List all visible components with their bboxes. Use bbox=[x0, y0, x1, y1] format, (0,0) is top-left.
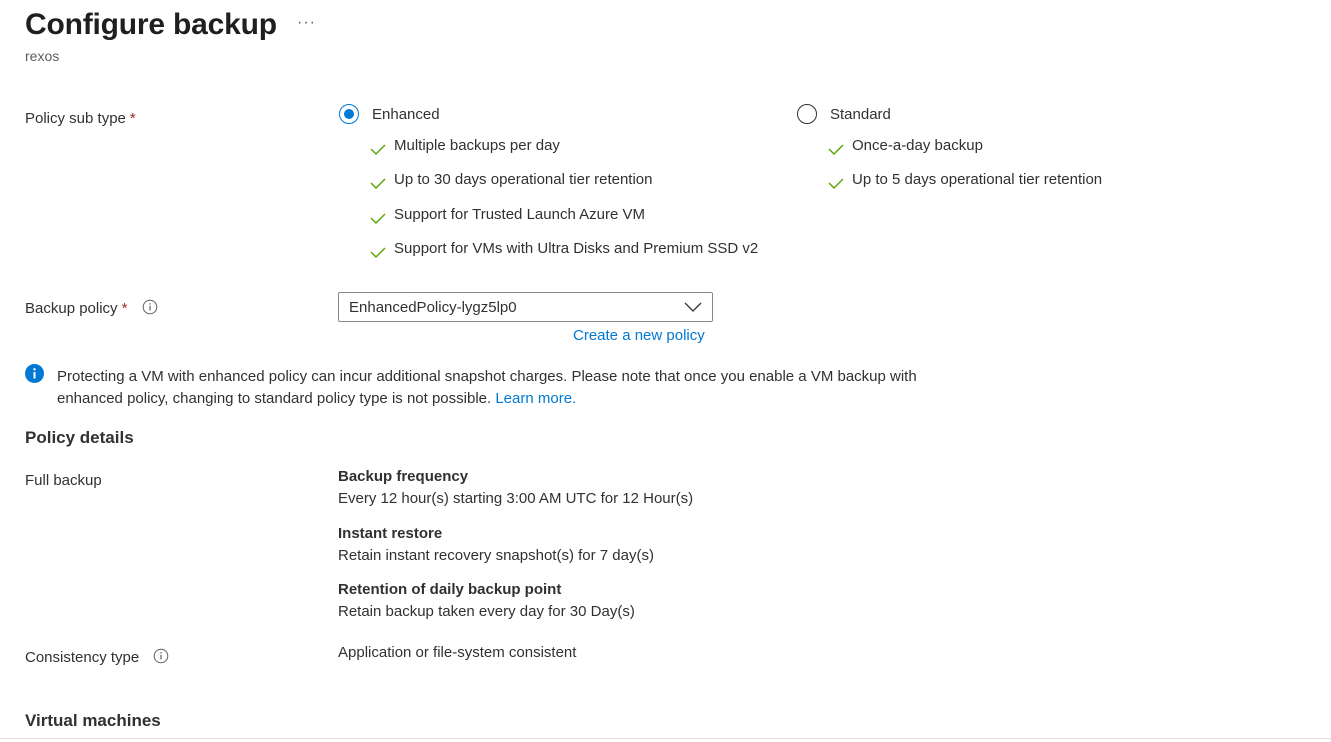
checkmark-icon bbox=[370, 178, 386, 189]
policy-sub-type-label-text: Policy sub type bbox=[25, 110, 126, 127]
enhanced-feature-item: Support for Trusted Launch Azure VM bbox=[370, 204, 645, 224]
checkmark-icon bbox=[828, 178, 844, 189]
retention-value: Retain backup taken every day for 30 Day… bbox=[338, 603, 635, 620]
checkmark-icon bbox=[370, 247, 386, 258]
feature-text: Once-a-day backup bbox=[852, 136, 983, 154]
enhanced-feature-item: Support for VMs with Ultra Disks and Pre… bbox=[370, 238, 758, 258]
divider bbox=[0, 738, 1331, 739]
radio-standard-label: Standard bbox=[830, 105, 891, 123]
virtual-machines-heading: Virtual machines bbox=[25, 711, 161, 730]
backup-frequency-title: Backup frequency bbox=[338, 468, 469, 485]
consistency-type-label: Consistency type bbox=[25, 648, 169, 666]
feature-text: Support for Trusted Launch Azure VM bbox=[394, 205, 645, 223]
backup-policy-selected-value: EnhancedPolicy-lygz5lp0 bbox=[349, 298, 517, 316]
chevron-down-icon bbox=[684, 302, 702, 312]
checkmark-icon bbox=[828, 144, 844, 155]
retention-title: Retention of daily backup point bbox=[338, 581, 562, 598]
backup-policy-dropdown[interactable]: EnhancedPolicy-lygz5lp0 bbox=[338, 292, 713, 322]
feature-text: Up to 30 days operational tier retention bbox=[394, 170, 653, 188]
required-marker: * bbox=[121, 300, 128, 317]
policy-details-heading: Policy details bbox=[25, 428, 134, 447]
radio-enhanced-label: Enhanced bbox=[372, 105, 440, 123]
page-title: Configure backup bbox=[25, 8, 277, 41]
radio-enhanced-indicator[interactable] bbox=[339, 104, 359, 124]
more-options-button[interactable]: ··· bbox=[297, 14, 316, 32]
policy-sub-type-label: Policy sub type * bbox=[25, 110, 136, 127]
backup-policy-label: Backup policy * bbox=[25, 299, 158, 317]
checkmark-icon bbox=[370, 144, 386, 155]
backup-policy-label-text: Backup policy bbox=[25, 300, 118, 317]
full-backup-label: Full backup bbox=[25, 472, 102, 489]
info-icon[interactable] bbox=[142, 299, 158, 315]
enhanced-feature-item: Up to 30 days operational tier retention bbox=[370, 169, 653, 189]
checkmark-icon bbox=[370, 213, 386, 224]
consistency-type-value: Application or file-system consistent bbox=[338, 644, 577, 661]
consistency-type-label-text: Consistency type bbox=[25, 649, 140, 666]
enhanced-policy-info-message: Protecting a VM with enhanced policy can… bbox=[57, 366, 957, 410]
create-new-policy-link[interactable]: Create a new policy bbox=[573, 327, 705, 344]
feature-text: Up to 5 days operational tier retention bbox=[852, 170, 1103, 188]
page-subtitle: rexos bbox=[25, 48, 60, 64]
feature-text: Support for VMs with Ultra Disks and Pre… bbox=[394, 239, 759, 257]
required-marker: * bbox=[129, 110, 136, 127]
enhanced-feature-item: Multiple backups per day bbox=[370, 135, 560, 155]
info-icon[interactable] bbox=[153, 648, 169, 664]
feature-text: Multiple backups per day bbox=[394, 136, 560, 154]
standard-feature-item: Up to 5 days operational tier retention bbox=[828, 169, 1102, 189]
learn-more-link[interactable]: Learn more. bbox=[495, 390, 576, 407]
info-message-text: Protecting a VM with enhanced policy can… bbox=[57, 368, 917, 407]
instant-restore-value: Retain instant recovery snapshot(s) for … bbox=[338, 547, 654, 564]
standard-feature-item: Once-a-day backup bbox=[828, 135, 983, 155]
info-filled-icon bbox=[25, 364, 44, 383]
backup-frequency-value: Every 12 hour(s) starting 3:00 AM UTC fo… bbox=[338, 490, 694, 507]
radio-standard-indicator[interactable] bbox=[797, 104, 817, 124]
radio-enhanced[interactable]: Enhanced bbox=[339, 104, 440, 124]
radio-standard[interactable]: Standard bbox=[797, 104, 891, 124]
instant-restore-title: Instant restore bbox=[338, 525, 443, 542]
